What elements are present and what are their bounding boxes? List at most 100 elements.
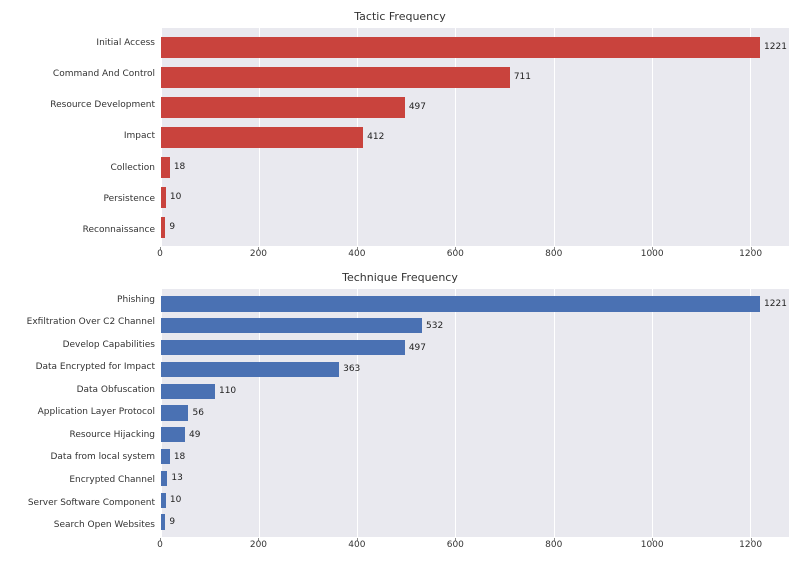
bar-row: 49 xyxy=(161,424,789,446)
technique-frequency-chart: Technique Frequency Phishing Exfiltration … xyxy=(10,271,790,554)
bar xyxy=(161,362,339,377)
bar xyxy=(161,514,165,529)
x-axis: 0 200 400 600 800 1000 1200 xyxy=(10,247,790,263)
y-axis-label: Data Encrypted for Impact xyxy=(36,363,155,372)
bar xyxy=(161,187,166,208)
bar-value-label: 10 xyxy=(170,192,181,202)
bar-row: 363 xyxy=(161,358,789,380)
chart-title: Tactic Frequency xyxy=(10,10,790,23)
bars: 1221 532 497 363 110 56 49 18 13 10 9 xyxy=(161,289,789,537)
plot-area: Initial Access Command And Control Resourc… xyxy=(10,27,790,247)
bar-row: 110 xyxy=(161,380,789,402)
bar xyxy=(161,37,760,58)
bar-value-label: 497 xyxy=(409,343,426,353)
bar-row: 18 xyxy=(161,152,789,182)
bar xyxy=(161,217,165,238)
x-tick-label: 800 xyxy=(545,249,562,259)
bars: 1221 711 497 412 18 10 9 xyxy=(161,28,789,246)
y-axis-label: Phishing xyxy=(117,296,155,305)
y-axis-label: Persistence xyxy=(104,195,155,204)
bar-value-label: 9 xyxy=(169,222,175,232)
y-axis-labels: Phishing Exfiltration Over C2 Channel Deve… xyxy=(11,289,161,537)
x-tick-label: 200 xyxy=(250,540,267,550)
bar-row: 412 xyxy=(161,122,789,152)
x-tick-label: 200 xyxy=(250,249,267,259)
bar-value-label: 532 xyxy=(426,321,443,331)
bar-row: 711 xyxy=(161,62,789,92)
x-tick-label: 400 xyxy=(348,249,365,259)
x-tick-label: 600 xyxy=(447,249,464,259)
bar-value-label: 1221 xyxy=(764,299,787,309)
bar-row: 532 xyxy=(161,315,789,337)
bar-row: 10 xyxy=(161,489,789,511)
bar-row: 1221 xyxy=(161,293,789,315)
chart-title: Technique Frequency xyxy=(10,271,790,284)
bars-region: 1221 711 497 412 18 10 9 xyxy=(161,28,789,246)
y-axis-label: Application Layer Protocol xyxy=(38,408,155,417)
y-axis-label: Data from local system xyxy=(50,453,155,462)
bar xyxy=(161,427,185,442)
bar-row: 9 xyxy=(161,511,789,533)
y-axis-label: Resource Hijacking xyxy=(70,431,156,440)
bar xyxy=(161,157,170,178)
bar-row: 497 xyxy=(161,337,789,359)
bar xyxy=(161,449,170,464)
x-axis: 0 200 400 600 800 1000 1200 xyxy=(10,538,790,554)
x-tick-label: 1200 xyxy=(739,249,762,259)
x-tick-label: 600 xyxy=(447,540,464,550)
y-axis-label: Server Software Component xyxy=(28,499,155,508)
x-tick-label: 0 xyxy=(157,249,163,259)
x-tick-label: 1000 xyxy=(641,540,664,550)
bar xyxy=(161,318,422,333)
x-tick-label: 400 xyxy=(348,540,365,550)
bar-value-label: 363 xyxy=(343,364,360,374)
y-axis-label: Exfiltration Over C2 Channel xyxy=(27,318,155,327)
x-tick-label: 1200 xyxy=(739,540,762,550)
bars-region: 1221 532 497 363 110 56 49 18 13 10 9 xyxy=(161,289,789,537)
bar-value-label: 10 xyxy=(170,495,181,505)
y-axis-label: Search Open Websites xyxy=(54,521,155,530)
bar xyxy=(161,493,166,508)
bar-row: 10 xyxy=(161,182,789,212)
x-tick-label: 0 xyxy=(157,540,163,550)
bar-row: 497 xyxy=(161,92,789,122)
y-axis-label: Resource Development xyxy=(50,101,155,110)
tactic-frequency-chart: Tactic Frequency Initial Access Command An… xyxy=(10,10,790,263)
y-axis-label: Impact xyxy=(124,132,155,141)
y-axis-label: Collection xyxy=(110,164,155,173)
bar xyxy=(161,405,188,420)
bar xyxy=(161,97,405,118)
bar-row: 13 xyxy=(161,468,789,490)
y-axis-label: Encrypted Channel xyxy=(69,476,155,485)
bar xyxy=(161,127,363,148)
bar xyxy=(161,384,215,399)
bar-value-label: 18 xyxy=(174,452,185,462)
bar-value-label: 56 xyxy=(192,408,203,418)
bar-value-label: 1221 xyxy=(764,42,787,52)
plot-area: Phishing Exfiltration Over C2 Channel Deve… xyxy=(10,288,790,538)
y-axis-labels: Initial Access Command And Control Resourc… xyxy=(11,28,161,246)
bar-value-label: 49 xyxy=(189,430,200,440)
bar-value-label: 18 xyxy=(174,162,185,172)
bar xyxy=(161,67,510,88)
y-axis-label: Develop Capabilities xyxy=(63,341,155,350)
y-axis-label: Data Obfuscation xyxy=(77,386,155,395)
bar xyxy=(161,296,760,311)
y-axis-label: Reconnaissance xyxy=(83,226,155,235)
x-tick-label: 1000 xyxy=(641,249,664,259)
y-axis-label: Command And Control xyxy=(53,70,155,79)
bar-row: 1221 xyxy=(161,32,789,62)
bar-value-label: 711 xyxy=(514,72,531,82)
y-axis-label: Initial Access xyxy=(96,39,155,48)
bar-value-label: 13 xyxy=(171,473,182,483)
bar-value-label: 9 xyxy=(169,517,175,527)
bar-row: 18 xyxy=(161,446,789,468)
bar xyxy=(161,340,405,355)
x-tick-label: 800 xyxy=(545,540,562,550)
bar-value-label: 412 xyxy=(367,132,384,142)
bar-row: 56 xyxy=(161,402,789,424)
bar xyxy=(161,471,167,486)
bar-value-label: 497 xyxy=(409,102,426,112)
bar-row: 9 xyxy=(161,212,789,242)
bar-value-label: 110 xyxy=(219,386,236,396)
